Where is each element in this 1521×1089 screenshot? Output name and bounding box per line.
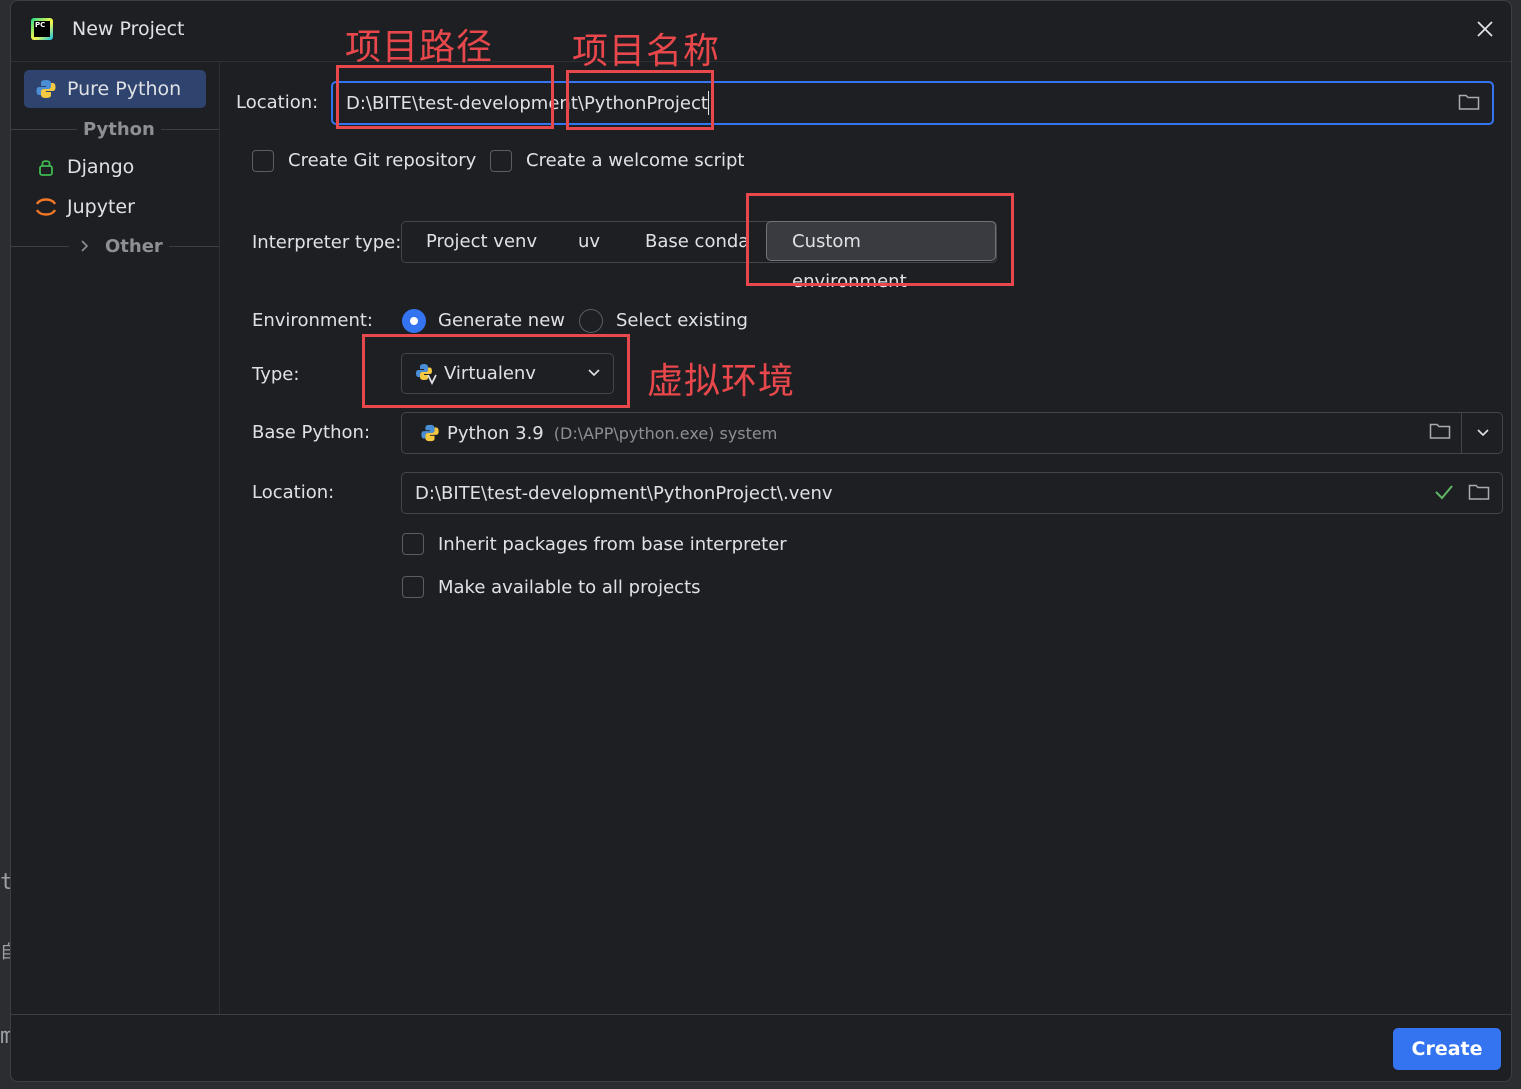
- dialog-footer: Create: [11, 1014, 1511, 1081]
- create-git-label: Create Git repository: [288, 150, 477, 171]
- tab-uv[interactable]: uv: [578, 222, 600, 262]
- venv-location-value: D:\BITE\test-development\PythonProject\.…: [415, 482, 833, 504]
- field-divider: [1461, 413, 1462, 453]
- annotation-label-virtual-env: 虚拟环境: [647, 361, 796, 402]
- interpreter-type-label: Interpreter type:: [252, 232, 402, 253]
- inherit-packages-checkbox[interactable]: [402, 533, 424, 555]
- jupyter-icon: [35, 196, 57, 218]
- make-available-checkbox[interactable]: [402, 576, 424, 598]
- sidebar-item-label: Jupyter: [67, 196, 135, 218]
- title-bar: PC New Project: [11, 1, 1511, 62]
- close-button[interactable]: [1473, 17, 1497, 41]
- base-python-version: Python 3.9: [447, 422, 544, 444]
- project-type-sidebar: Pure Python Python Django Jupyter Other: [11, 62, 220, 1015]
- chevron-down-icon: [1477, 429, 1489, 437]
- sidebar-item-jupyter[interactable]: Jupyter: [24, 188, 206, 226]
- valid-check-icon: [1434, 483, 1454, 501]
- sidebar-item-pure-python[interactable]: Pure Python: [24, 70, 206, 108]
- base-python-detail: (D:\APP\python.exe) system: [553, 423, 778, 443]
- base-python-label: Base Python:: [252, 422, 371, 443]
- close-icon: [1477, 21, 1493, 37]
- generate-new-label: Generate new: [438, 310, 565, 331]
- section-header-other[interactable]: Other: [11, 236, 219, 257]
- environment-label: Environment:: [252, 310, 373, 331]
- select-existing-label: Select existing: [616, 310, 748, 331]
- make-available-label: Make available to all projects: [438, 577, 701, 598]
- annotation-box-interpreter: [746, 193, 1014, 286]
- folder-icon: [1468, 484, 1490, 500]
- new-project-dialog: PC New Project Pure Python Python Django…: [10, 0, 1512, 1082]
- browse-venv-location-button[interactable]: [1468, 483, 1490, 501]
- django-icon: [35, 156, 57, 178]
- folder-icon: [1429, 423, 1451, 439]
- browse-base-python-button[interactable]: [1429, 422, 1451, 440]
- sidebar-item-label: Django: [67, 156, 135, 178]
- location-label: Location:: [236, 92, 319, 113]
- annotation-label-project-path: 项目路径: [345, 27, 494, 68]
- select-existing-radio[interactable]: [579, 309, 603, 333]
- tab-base-conda[interactable]: Base conda: [645, 222, 749, 262]
- welcome-script-checkbox[interactable]: [490, 150, 512, 172]
- browse-folder-button[interactable]: [1458, 93, 1480, 111]
- window-title: New Project: [72, 18, 185, 40]
- generate-new-radio[interactable]: [402, 309, 426, 333]
- python-icon: [35, 78, 57, 100]
- base-python-combobox[interactable]: Python 3.9 (D:\APP\python.exe) system: [401, 412, 1503, 454]
- tab-project-venv[interactable]: Project venv: [426, 222, 537, 262]
- annotation-box-type: [362, 334, 630, 408]
- venv-location-label: Location:: [252, 482, 335, 503]
- annotation-box-project-name: [566, 70, 714, 130]
- venv-location-input[interactable]: D:\BITE\test-development\PythonProject\.…: [401, 472, 1503, 514]
- annotation-label-project-name: 项目名称: [572, 31, 721, 72]
- welcome-script-label: Create a welcome script: [526, 150, 745, 171]
- create-git-checkbox[interactable]: [252, 150, 274, 172]
- type-label: Type:: [252, 364, 300, 385]
- python-icon: [420, 423, 440, 443]
- sidebar-item-label: Pure Python: [67, 78, 182, 100]
- folder-icon: [1458, 94, 1480, 110]
- annotation-box-project-path: [336, 65, 554, 129]
- pycharm-logo-icon: PC: [31, 18, 53, 40]
- create-button[interactable]: Create: [1393, 1028, 1501, 1070]
- inherit-packages-label: Inherit packages from base interpreter: [438, 534, 787, 555]
- chevron-right-icon: [69, 239, 99, 253]
- base-python-dropdown-button[interactable]: [1476, 427, 1490, 439]
- sidebar-item-django[interactable]: Django: [24, 148, 206, 186]
- section-header-python: Python: [11, 119, 219, 140]
